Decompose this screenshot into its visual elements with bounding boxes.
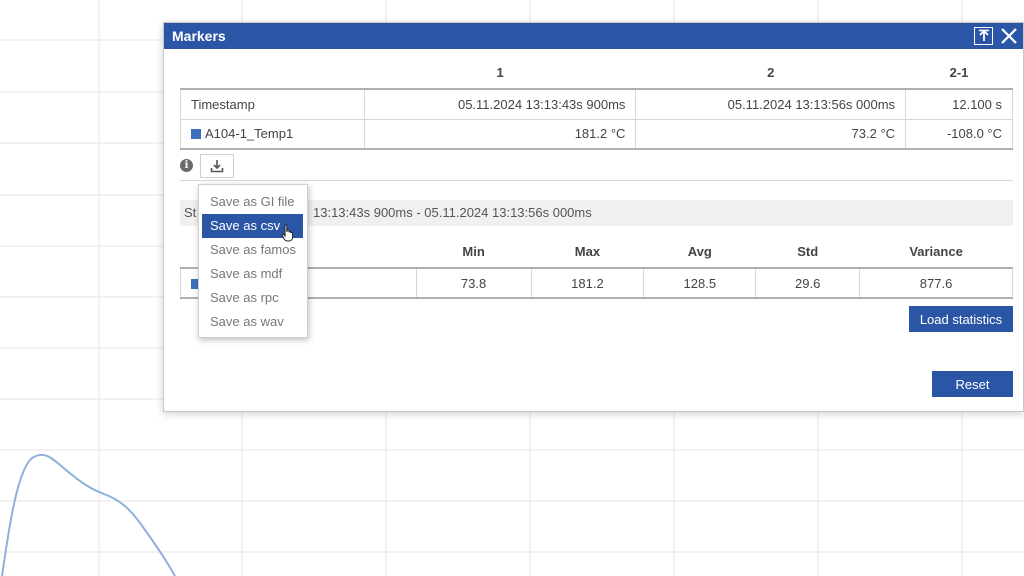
markers-header-1: 1	[364, 57, 636, 90]
marker-2-value: 05.11.2024 13:13:56s 000ms	[635, 88, 907, 120]
menu-item-save-gi[interactable]: Save as GI file	[202, 190, 303, 214]
markers-header-row: 1 2 2-1	[180, 57, 1013, 90]
markers-header-name	[180, 57, 365, 90]
row-label-channel: A104-1_Temp1	[180, 118, 365, 150]
statistics-range: 13:13:43s 900ms - 05.11.2024 13:13:56s 0…	[313, 205, 592, 220]
markers-table: 1 2 2-1 Timestamp 05.11.2024 13:13:43s 9…	[180, 57, 1013, 150]
menu-item-save-rpc[interactable]: Save as rpc	[202, 286, 303, 310]
statistics-label: St	[184, 205, 197, 220]
series-color-swatch	[191, 129, 201, 140]
stats-header-std: Std	[755, 236, 860, 269]
menu-item-save-wav[interactable]: Save as wav	[202, 310, 303, 334]
reset-button[interactable]: Reset	[932, 371, 1013, 397]
marker-diff-value: 12.100 s	[905, 88, 1013, 120]
stats-header-max: Max	[531, 236, 644, 269]
stats-header-variance: Variance	[859, 236, 1013, 269]
save-as-menu: Save as GI file Save as csv Save as famo…	[198, 184, 308, 338]
stats-header-min: Min	[416, 236, 532, 269]
menu-item-save-mdf[interactable]: Save as mdf	[202, 262, 303, 286]
download-button[interactable]	[200, 154, 234, 178]
markers-toolbar: i	[180, 153, 1013, 181]
chart-series-line	[1, 453, 176, 576]
stats-header-avg: Avg	[643, 236, 756, 269]
info-icon[interactable]: i	[180, 159, 193, 172]
stats-std: 29.6	[755, 267, 861, 299]
stats-min: 73.8	[415, 267, 532, 299]
stats-avg: 128.5	[643, 267, 757, 299]
load-statistics-button[interactable]: Load statistics	[909, 306, 1013, 332]
channel-name: A104-1_Temp1	[205, 126, 294, 142]
table-row: Timestamp 05.11.2024 13:13:43s 900ms 05.…	[180, 88, 1013, 120]
detach-icon[interactable]	[974, 27, 993, 45]
marker-1-value: 181.2 °C	[363, 118, 637, 150]
dialog-titlebar[interactable]: Markers	[164, 23, 1023, 49]
stats-max: 181.2	[530, 267, 645, 299]
table-row: A104-1_Temp1 181.2 °C 73.2 °C -108.0 °C	[180, 118, 1013, 150]
marker-1-value: 05.11.2024 13:13:43s 900ms	[363, 88, 637, 120]
dialog-title: Markers	[172, 28, 226, 44]
marker-2-value: 73.2 °C	[635, 118, 907, 150]
download-icon	[210, 160, 224, 173]
row-label: Timestamp	[180, 88, 365, 120]
markers-header-2: 2	[635, 57, 906, 90]
markers-header-diff: 2-1	[905, 57, 1013, 90]
hand-cursor-icon	[281, 224, 294, 242]
close-icon[interactable]	[999, 26, 1019, 46]
marker-diff-value: -108.0 °C	[905, 118, 1013, 150]
stats-variance: 877.6	[859, 267, 1013, 299]
